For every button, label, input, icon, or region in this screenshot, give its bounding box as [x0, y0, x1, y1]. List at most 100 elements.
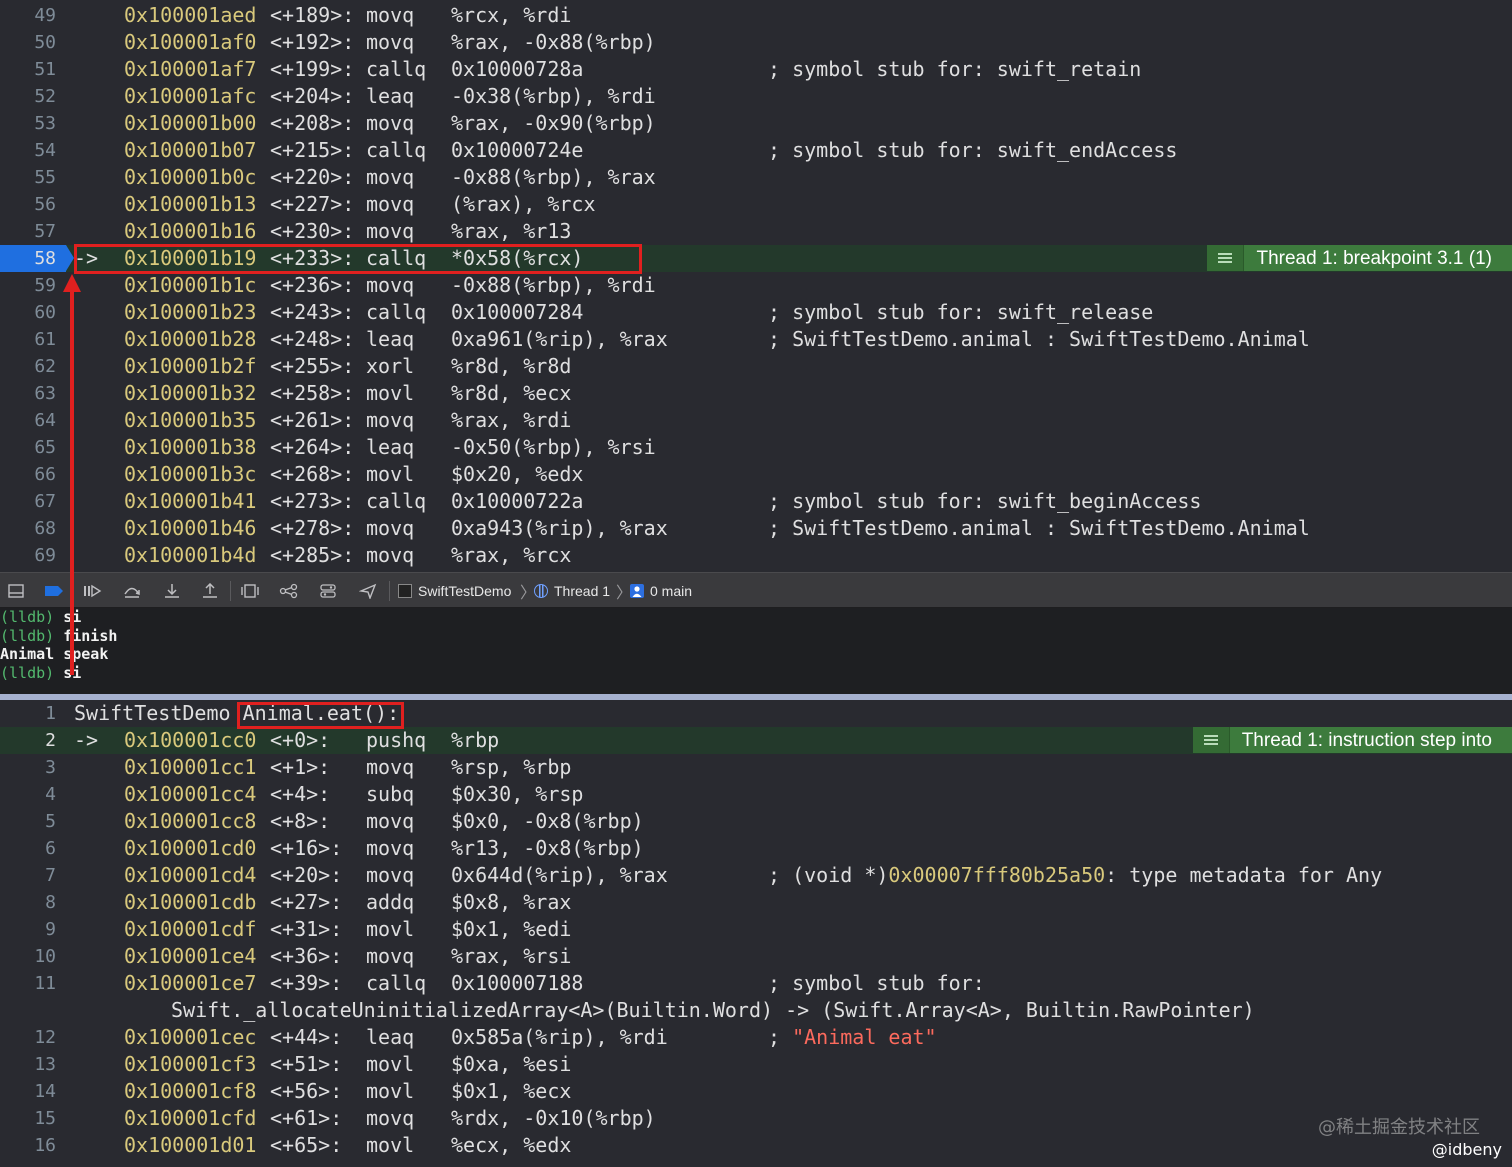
disasm-row[interactable]: 69 0x100001b4d <+285>: movq %rax, %rcx	[0, 542, 1512, 569]
comment-hex: 0x00007fff80b25a50	[888, 863, 1106, 887]
instruction-address: 0x100001cd0	[124, 836, 257, 860]
disasm-row[interactable]: 16 0x100001d01 <+65>: movl %ecx, %edx	[0, 1132, 1512, 1159]
instruction-address: 0x100001b41	[124, 489, 257, 513]
instruction-mnemonic: addq	[366, 890, 415, 914]
disasm-row[interactable]: 54 0x100001b07 <+215>: callq 0x10000724e ; sy…	[0, 137, 1512, 164]
disasm-row[interactable]: 6 0x100001cd0 <+16>: movq %r13, -0x8(%rbp)	[0, 835, 1512, 862]
debug-toolbar: SwiftTestDemo 〉 Thread 1 〉 0 main	[0, 572, 1512, 608]
disasm-row[interactable]: 68 0x100001b46 <+278>: movq 0xa943(%rip), %r…	[0, 515, 1512, 542]
instruction-offset: <+278>:	[270, 516, 355, 540]
breadcrumb-frame[interactable]: 0 main	[630, 581, 692, 601]
disasm-row[interactable]: 64 0x100001b35 <+261>: movq %rax, %rdi	[0, 407, 1512, 434]
disasm-row[interactable]: 59 0x100001b1c <+236>: movq -0x88(%rbp), %rd…	[0, 272, 1512, 299]
environment-icon[interactable]	[316, 581, 340, 601]
disasm-row[interactable]: 53 0x100001b00 <+208>: movq %rax, -0x90(%rbp…	[0, 110, 1512, 137]
disasm-row[interactable]: 7 0x100001cd4 <+20>: movq 0x644d(%rip), %rax…	[0, 862, 1512, 889]
disasm-row[interactable]: 65 0x100001b38 <+264>: leaq -0x50(%rbp), %rs…	[0, 434, 1512, 461]
disasm-row[interactable]: 63 0x100001b32 <+258>: movl %r8d, %ecx	[0, 380, 1512, 407]
instruction-mnemonic: callq	[366, 300, 427, 324]
instruction-offset: <+285>:	[270, 543, 355, 567]
disasm-row[interactable]: 51 0x100001af7 <+199>: callq 0x10000728a ; sy…	[0, 56, 1512, 83]
disasm-row[interactable]: 52 0x100001afc <+204>: leaq -0x38(%rbp), %rd…	[0, 83, 1512, 110]
instruction-comment: ; (void *)0x00007fff80b25a50: type metad…	[768, 862, 1382, 889]
disasm-row[interactable]: 57 0x100001b16 <+230>: movq %rax, %r13	[0, 218, 1512, 245]
console-line: Animal speak	[0, 645, 108, 664]
breadcrumb-app[interactable]: SwiftTestDemo	[398, 581, 511, 601]
console-command: Animal speak	[0, 645, 109, 663]
instruction-mnemonic: leaq	[366, 327, 415, 351]
instruction-address: 0x100001cd4	[124, 863, 257, 887]
instruction-offset: <+20>:	[270, 863, 343, 887]
instruction-offset: <+39>:	[270, 971, 343, 995]
line-number: 1	[45, 703, 56, 724]
instruction-mnemonic: movq	[366, 3, 415, 27]
continuation-row[interactable]: Swift._allocateUninitializedArray<A>(Bui…	[0, 997, 1512, 1024]
instruction-mnemonic: movq	[366, 863, 415, 887]
thread-status-label: Thread 1: instruction step into	[1241, 729, 1492, 751]
disasm-row[interactable]: 14 0x100001cf8 <+56>: movl $0x1, %ecx	[0, 1078, 1512, 1105]
view-hierarchy-icon[interactable]	[238, 581, 262, 601]
disasm-row[interactable]: 62 0x100001b2f <+255>: xorl %r8d, %r8d	[0, 353, 1512, 380]
instruction-mnemonic: movl	[366, 462, 415, 486]
disasm-row[interactable]: 55 0x100001b0c <+220>: movq -0x88(%rbp), %ra…	[0, 164, 1512, 191]
step-into-icon[interactable]	[160, 581, 184, 601]
lldb-prompt: (lldb)	[0, 626, 55, 645]
line-number: 64	[34, 410, 56, 431]
instruction-offset: <+51>:	[270, 1052, 343, 1076]
disasm-row[interactable]: 3 0x100001cc1 <+1>: movq %rsp, %rbp	[0, 754, 1512, 781]
instruction-operands: 0xa943(%rip), %rax	[451, 516, 668, 540]
step-out-icon[interactable]	[198, 581, 222, 601]
instruction-address: 0x100001cfd	[124, 1106, 257, 1130]
disasm-row[interactable]: 13 0x100001cf3 <+51>: movl $0xa, %esi	[0, 1051, 1512, 1078]
comment-tail: : type metadata for Any	[1105, 863, 1383, 887]
disasm-row[interactable]: 5 0x100001cc8 <+8>: movq $0x0, -0x8(%rbp)	[0, 808, 1512, 835]
disasm-row[interactable]: 67 0x100001b41 <+273>: callq 0x10000722a ; sy…	[0, 488, 1512, 515]
memory-graph-icon[interactable]	[277, 581, 301, 601]
instruction-operands: %rax, %rsi	[451, 944, 572, 968]
instruction-offset: <+1>:	[270, 755, 331, 779]
lldb-console[interactable]: (lldb) si(lldb) finishAnimal speak(lldb)…	[0, 608, 1512, 694]
disasm-row[interactable]: 4 0x100001cc4 <+4>: subq $0x30, %rsp	[0, 781, 1512, 808]
disasm-row[interactable]: 66 0x100001b3c <+268>: movl $0x20, %edx	[0, 461, 1512, 488]
menu-lines-icon	[1192, 727, 1230, 753]
thread-icon	[534, 584, 548, 598]
instruction-offset: <+27>:	[270, 890, 343, 914]
breadcrumb-thread[interactable]: Thread 1	[534, 581, 610, 601]
thread-status-badge[interactable]: Thread 1: breakpoint 3.1 (1)	[1207, 245, 1512, 271]
line-number: 8	[45, 892, 56, 913]
instruction-address: 0x100001cec	[124, 1025, 257, 1049]
thread-status-badge[interactable]: Thread 1: instruction step into	[1192, 727, 1512, 753]
instruction-address: 0x100001b32	[124, 381, 257, 405]
current-pc-row[interactable]: 2 -> 0x100001cc0 <+0>: pushq %rbp Thread 1: in…	[0, 727, 1512, 754]
disasm-row[interactable]: 8 0x100001cdb <+27>: addq $0x8, %rax	[0, 889, 1512, 916]
instruction-offset: <+36>:	[270, 944, 343, 968]
location-icon[interactable]	[356, 581, 380, 601]
breadcrumb-frame-label: 0 main	[650, 583, 693, 599]
hide-panel-icon[interactable]	[4, 581, 28, 601]
disasm-row[interactable]: 12 0x100001cec <+44>: leaq 0x585a(%rip), %rd…	[0, 1024, 1512, 1051]
breakpoint-toggle-icon[interactable]	[42, 581, 66, 601]
disasm-row[interactable]: 9 0x100001cdf <+31>: movl $0x1, %edi	[0, 916, 1512, 943]
step-over-icon[interactable]	[120, 581, 144, 601]
disasm-row[interactable]: 50 0x100001af0 <+192>: movq %rax, -0x88(%rbp…	[0, 29, 1512, 56]
module-name: SwiftTestDemo	[74, 701, 231, 725]
disasm-row[interactable]: 60 0x100001b23 <+243>: callq 0x100007284 ; sy…	[0, 299, 1512, 326]
instruction-operands: $0xa, %esi	[451, 1052, 572, 1076]
disasm-row[interactable]: 10 0x100001ce4 <+36>: movq %rax, %rsi	[0, 943, 1512, 970]
instruction-address: 0x100001b23	[124, 300, 257, 324]
disasm-row[interactable]: 11 0x100001ce7 <+39>: callq 0x100007188 ; sym…	[0, 970, 1512, 997]
instruction-operands: %rax, %rdi	[451, 408, 572, 432]
disasm-row[interactable]: 15 0x100001cfd <+61>: movq %rdx, -0x10(%rbp)	[0, 1105, 1512, 1132]
instruction-offset: <+227>:	[270, 192, 355, 216]
disasm-row[interactable]: 56 0x100001b13 <+227>: movq (%rax), %rcx	[0, 191, 1512, 218]
disasm-row[interactable]: 61 0x100001b28 <+248>: leaq 0xa961(%rip), %r…	[0, 326, 1512, 353]
disasm-row[interactable]: 49 0x100001aed <+189>: movq %rcx, %rdi	[0, 2, 1512, 29]
instruction-mnemonic: leaq	[366, 1025, 415, 1049]
instruction-mnemonic: movq	[366, 836, 415, 860]
instruction-operands: 0x585a(%rip), %rdi	[451, 1025, 668, 1049]
instruction-operands: $0x8, %rax	[451, 890, 572, 914]
pc-line-marker[interactable]: 58	[0, 245, 74, 272]
continue-icon[interactable]	[80, 581, 104, 601]
instruction-address: 0x100001b2f	[124, 354, 257, 378]
instruction-offset: <+243>:	[270, 300, 355, 324]
